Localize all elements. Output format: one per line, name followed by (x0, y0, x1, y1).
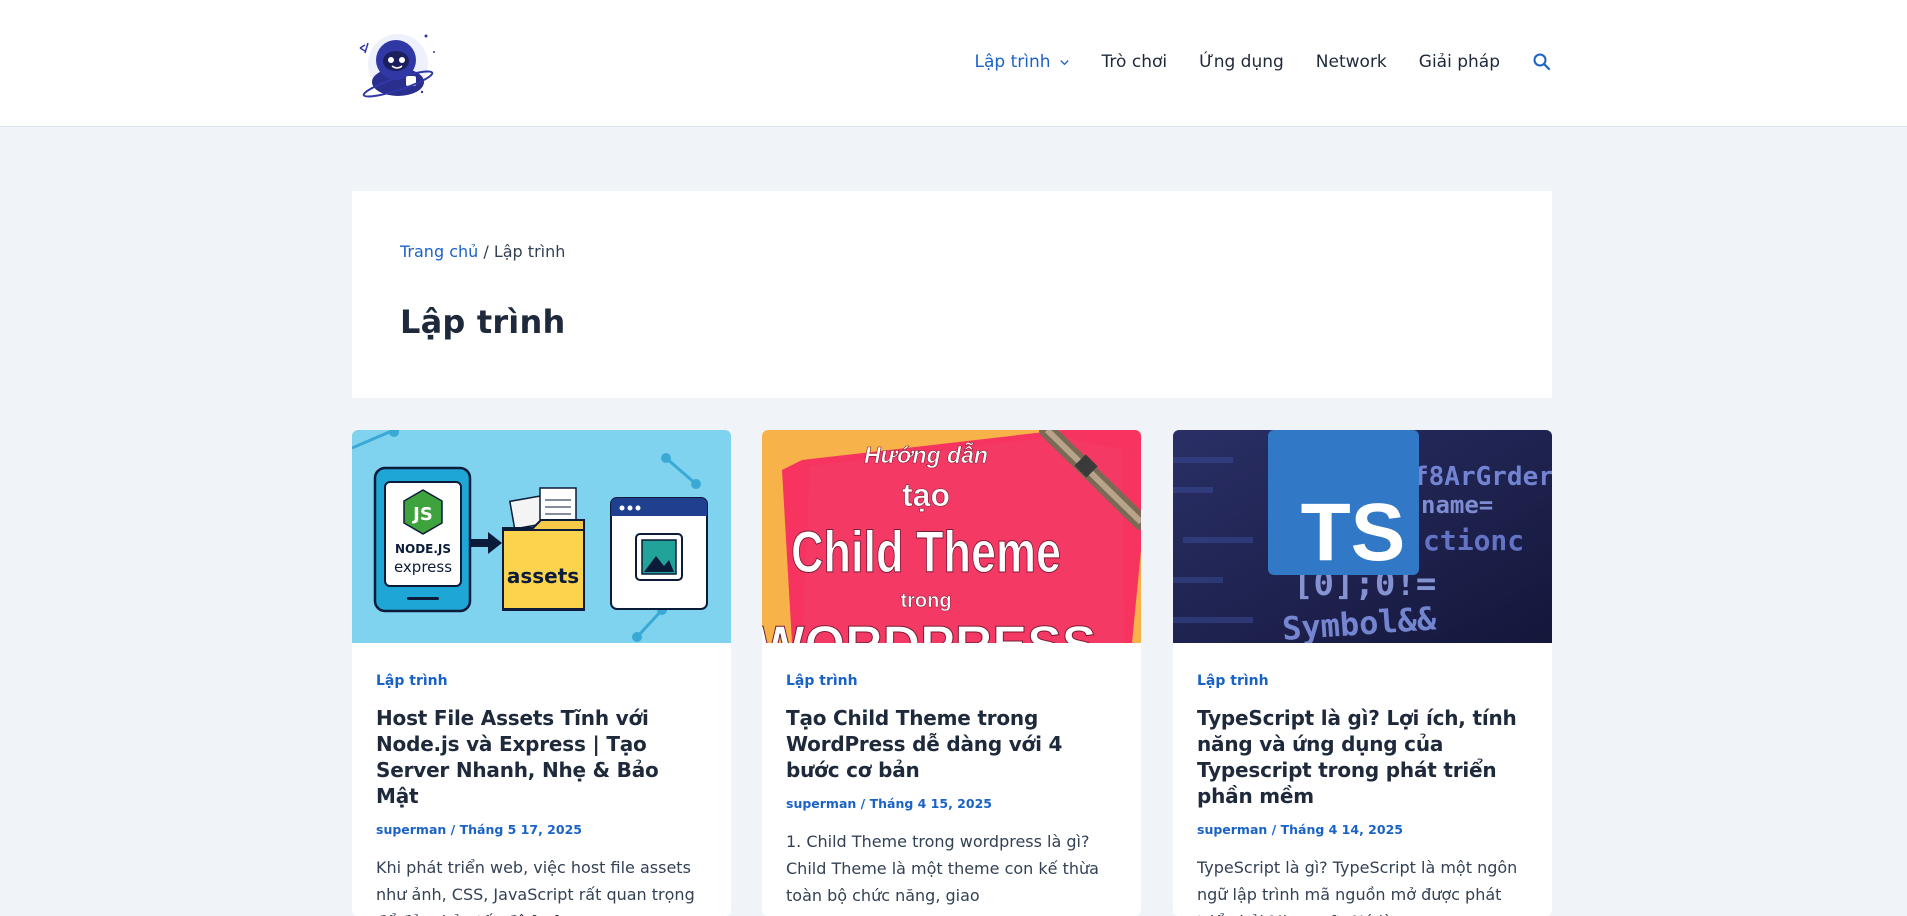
breadcrumb-separator: / (478, 242, 494, 261)
node-label: NODE.JS (395, 542, 451, 556)
typescript-illustration: f8ArGrder name= ctionc [0];0!= Symbol&& … (1173, 430, 1552, 643)
post-author-link[interactable]: superman (376, 822, 446, 837)
nav-item-label: Lập trình (974, 52, 1051, 72)
meta-separator: / (446, 822, 460, 837)
post-date[interactable]: Tháng 4 15, 2025 (870, 796, 992, 811)
post-author-link[interactable]: superman (786, 796, 856, 811)
breadcrumb-home-link[interactable]: Trang chủ (400, 242, 478, 261)
thumb-line-2: tạo (902, 477, 950, 513)
folder-label: assets (507, 564, 579, 588)
breadcrumb-current: Lập trình (493, 242, 566, 261)
chevron-down-icon[interactable] (1059, 57, 1070, 68)
post-title-link[interactable]: Host File Assets Tĩnh với Node.js và Exp… (376, 705, 707, 809)
nav-item-network[interactable]: Network (1316, 52, 1387, 72)
post-thumbnail[interactable]: JS NODE.JS express assets (352, 430, 731, 643)
thumb-line-5: WORDPRESS (762, 616, 1096, 643)
page-title: Lập trình (400, 303, 566, 341)
post-title-link[interactable]: TypeScript là gì? Lợi ích, tính năng và … (1197, 705, 1528, 809)
meta-separator: / (856, 796, 870, 811)
nav-item-label: Network (1315, 52, 1387, 72)
nav-item-giai-phap[interactable]: Giải pháp (1419, 52, 1500, 72)
post-excerpt: 1. Child Theme trong wordpress là gì? Ch… (786, 832, 1099, 905)
post-date[interactable]: Tháng 5 17, 2025 (460, 822, 582, 837)
post-meta: superman / Tháng 4 14, 2025 (1197, 821, 1528, 839)
nav-item-ung-dung[interactable]: Ứng dụng (1199, 52, 1284, 72)
thumb-line-1: Hướng dẫn (864, 442, 988, 468)
nodejs-assets-illustration: JS NODE.JS express assets (352, 430, 731, 643)
post-excerpt: Khi phát triển web, việc host file asset… (376, 858, 695, 916)
post-thumbnail[interactable]: f8ArGrder name= ctionc [0];0!= Symbol&& … (1173, 430, 1552, 643)
post-card: f8ArGrder name= ctionc [0];0!= Symbol&& … (1173, 430, 1552, 916)
child-theme-illustration: Hướng dẫn tạo Child Theme trong WORDPRES… (762, 430, 1141, 643)
post-card-body: Lập trình Tạo Child Theme trong WordPres… (786, 672, 1117, 909)
archive-header: Trang chủ / Lập trình Lập trình (352, 191, 1552, 398)
thumb-line-3: Child Theme (791, 520, 1061, 585)
nav-item-label: Trò chơi (1101, 52, 1168, 72)
post-category-link[interactable]: Lập trình (786, 672, 1117, 690)
meta-separator: / (1267, 822, 1281, 837)
ts-badge-label: TS (1301, 487, 1406, 578)
post-card: JS NODE.JS express assets Lập trình Host… (352, 430, 731, 916)
code-line-2: name= (1421, 491, 1493, 519)
site-header: Lập trình Trò chơi Ứng dụng Network Giải… (0, 0, 1907, 127)
post-title-link[interactable]: Tạo Child Theme trong WordPress dễ dàng … (786, 705, 1117, 783)
code-line-3: ctionc (1423, 524, 1524, 557)
thumb-line-4: trong (900, 590, 951, 612)
post-category-link[interactable]: Lập trình (376, 672, 707, 690)
breadcrumb: Trang chủ / Lập trình (400, 242, 565, 261)
nav-item-label: Ứng dụng (1199, 52, 1284, 72)
post-card-body: Lập trình TypeScript là gì? Lợi ích, tín… (1197, 672, 1528, 916)
nav-item-label: Giải pháp (1418, 52, 1500, 72)
js-label: JS (411, 504, 433, 525)
post-meta: superman / Tháng 4 15, 2025 (786, 795, 1117, 813)
main-nav: Lập trình Trò chơi Ứng dụng Network Giải… (975, 50, 1552, 74)
post-card-body: Lập trình Host File Assets Tĩnh với Node… (376, 672, 707, 916)
astronaut-logo-icon (359, 34, 435, 98)
post-author-link[interactable]: superman (1197, 822, 1267, 837)
search-icon[interactable] (1532, 52, 1552, 72)
post-thumbnail[interactable]: Hướng dẫn tạo Child Theme trong WORDPRES… (762, 430, 1141, 643)
site-logo[interactable] (352, 18, 448, 108)
code-line-1: f8ArGrder (1413, 462, 1552, 492)
post-card: Hướng dẫn tạo Child Theme trong WORDPRES… (762, 430, 1141, 916)
post-category-link[interactable]: Lập trình (1197, 672, 1528, 690)
nav-item-lap-trinh[interactable]: Lập trình (975, 52, 1070, 72)
nav-item-tro-choi[interactable]: Trò chơi (1102, 52, 1168, 72)
post-excerpt: TypeScript là gì? TypeScript là một ngôn… (1197, 858, 1518, 916)
post-meta: superman / Tháng 5 17, 2025 (376, 821, 707, 839)
post-date[interactable]: Tháng 4 14, 2025 (1281, 822, 1403, 837)
express-label: express (394, 558, 452, 576)
